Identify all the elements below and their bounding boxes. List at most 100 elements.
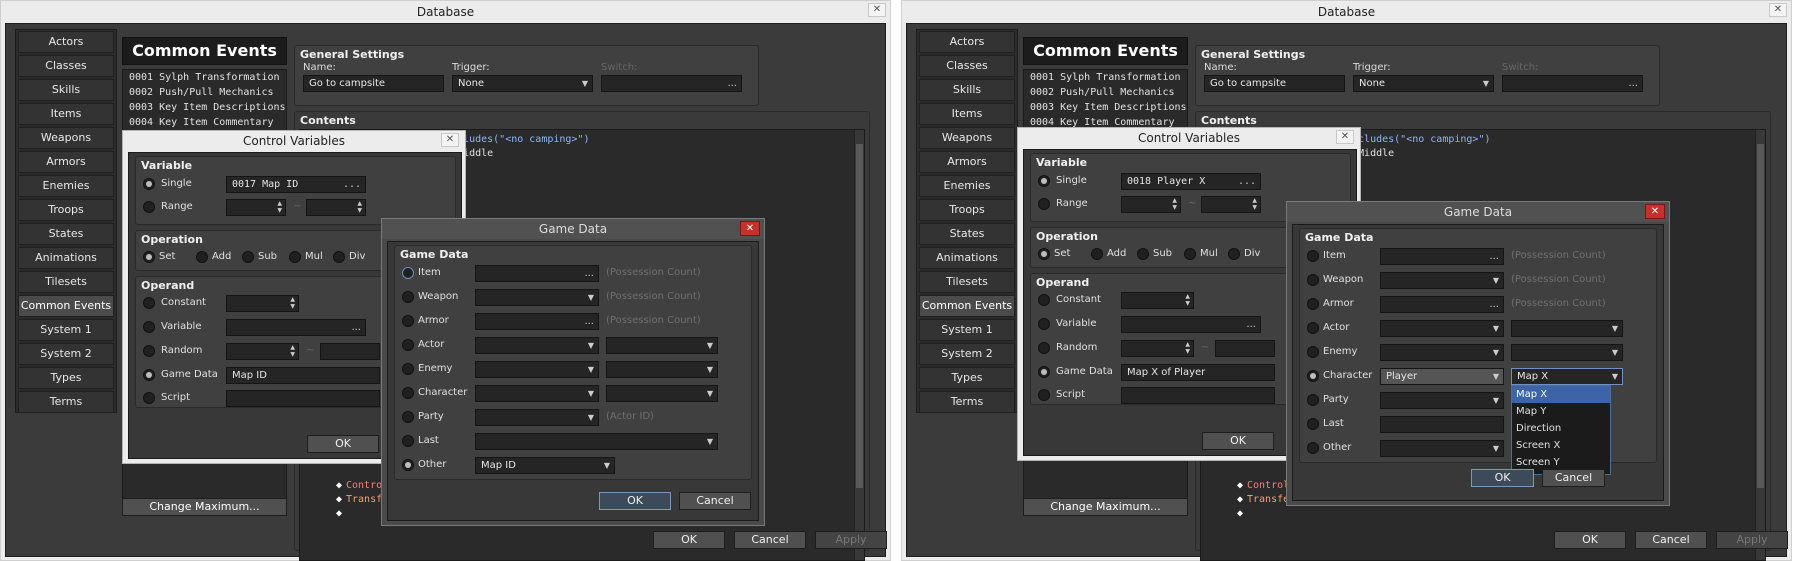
nav-item-states[interactable]: States: [919, 223, 1015, 245]
dropdown-option-map-y[interactable]: Map Y: [1512, 403, 1610, 420]
nav-item-system-1[interactable]: System 1: [18, 319, 114, 341]
gd-other-select[interactable]: Map ID ▼: [475, 457, 615, 474]
constant-stepper[interactable]: ▲ ▼: [1121, 292, 1194, 309]
gd-item-radio[interactable]: [1307, 250, 1319, 262]
gd-party-select[interactable]: ▼: [1380, 392, 1504, 409]
game-data-ok-button[interactable]: OK: [1471, 469, 1534, 487]
constant-stepper[interactable]: ▲ ▼: [226, 295, 299, 312]
gd-party-select[interactable]: ▼: [475, 409, 599, 426]
footer-ok-button[interactable]: OK: [653, 531, 725, 549]
gd-weapon-radio[interactable]: [402, 291, 414, 303]
contents-scrollbar[interactable]: [854, 130, 864, 560]
script-field[interactable]: [1121, 387, 1275, 404]
nav-item-system-1[interactable]: System 1: [919, 319, 1015, 341]
gd-character-select[interactable]: ▼: [475, 385, 599, 402]
single-variable-field[interactable]: 0017 Map ID...: [226, 176, 366, 193]
nav-item-actors[interactable]: Actors: [18, 31, 114, 53]
list-item[interactable]: 0002 Push/Pull Mechanics: [1024, 85, 1187, 100]
close-icon[interactable]: ✕: [740, 221, 760, 236]
gd-last-select[interactable]: ▼: [475, 433, 718, 450]
nav-item-actors[interactable]: Actors: [919, 31, 1015, 53]
random-max-stepper[interactable]: [320, 343, 380, 360]
op-div-radio[interactable]: [333, 251, 345, 263]
operand-random-radio[interactable]: [1038, 342, 1050, 354]
gd-actor-prop-select[interactable]: ▼: [606, 337, 718, 354]
op-mul-radio[interactable]: [1184, 248, 1196, 260]
change-maximum-button[interactable]: Change Maximum...: [1023, 498, 1188, 516]
operand-game-data-radio[interactable]: [143, 369, 155, 381]
switch-field[interactable]: ...: [601, 75, 742, 92]
gd-armor-field[interactable]: ...: [1380, 296, 1504, 313]
gd-enemy-prop-select[interactable]: ▼: [1511, 344, 1623, 361]
list-item[interactable]: 0004 Key Item Commentary: [123, 115, 286, 130]
nav-item-system-2[interactable]: System 2: [919, 343, 1015, 365]
op-add-radio[interactable]: [196, 251, 208, 263]
nav-item-animations[interactable]: Animations: [919, 247, 1015, 269]
list-item[interactable]: 0001 Sylph Transformation: [123, 70, 286, 85]
control-variables-ok-button[interactable]: OK: [1202, 432, 1274, 450]
nav-item-weapons[interactable]: Weapons: [18, 127, 114, 149]
gd-armor-radio[interactable]: [1307, 298, 1319, 310]
gd-item-field[interactable]: ...: [475, 265, 599, 282]
gd-enemy-radio[interactable]: [1307, 346, 1319, 358]
operand-constant-radio[interactable]: [1038, 294, 1050, 306]
nav-item-items[interactable]: Items: [18, 103, 114, 125]
operand-game-data-radio[interactable]: [1038, 366, 1050, 378]
footer-apply-button[interactable]: Apply: [815, 531, 887, 549]
gd-armor-radio[interactable]: [402, 315, 414, 327]
gd-enemy-select[interactable]: ▼: [475, 361, 599, 378]
close-icon[interactable]: ✕: [1336, 130, 1354, 144]
game-data-ok-button[interactable]: OK: [599, 492, 671, 510]
range-end-stepper[interactable]: ▲ ▼: [306, 199, 366, 216]
gd-last-radio[interactable]: [1307, 418, 1319, 430]
game-data-cancel-button[interactable]: Cancel: [1542, 469, 1605, 487]
dropdown-option-map-x[interactable]: Map X: [1512, 386, 1610, 403]
single-variable-field[interactable]: 0018 Player X...: [1121, 173, 1261, 190]
gd-item-field[interactable]: ...: [1380, 248, 1504, 265]
single-radio[interactable]: [1038, 175, 1050, 187]
gd-weapon-select[interactable]: ▼: [475, 289, 599, 306]
footer-cancel-button[interactable]: Cancel: [734, 531, 806, 549]
nav-item-enemies[interactable]: Enemies: [919, 175, 1015, 197]
nav-item-weapons[interactable]: Weapons: [919, 127, 1015, 149]
op-sub-radio[interactable]: [1137, 248, 1149, 260]
trigger-select[interactable]: None ▼: [452, 75, 593, 92]
gd-character-prop-select[interactable]: Map X ▼: [1511, 368, 1623, 385]
range-radio[interactable]: [143, 201, 155, 213]
range-radio[interactable]: [1038, 198, 1050, 210]
gd-party-radio[interactable]: [1307, 394, 1319, 406]
gd-party-radio[interactable]: [402, 411, 414, 423]
op-set-radio[interactable]: [143, 251, 155, 263]
gd-enemy-radio[interactable]: [402, 363, 414, 375]
gd-other-select[interactable]: ▼: [1380, 440, 1504, 457]
nav-item-common-events[interactable]: Common Events: [18, 295, 114, 317]
nav-item-tilesets[interactable]: Tilesets: [919, 271, 1015, 293]
nav-item-terms[interactable]: Terms: [919, 391, 1015, 413]
trigger-select[interactable]: None ▼: [1353, 75, 1494, 92]
gd-other-radio[interactable]: [1307, 442, 1319, 454]
nav-item-common-events[interactable]: Common Events: [919, 295, 1015, 317]
operand-variable-field[interactable]: ...: [1121, 316, 1261, 333]
dropdown-option-direction[interactable]: Direction: [1512, 420, 1610, 437]
nav-item-armors[interactable]: Armors: [919, 151, 1015, 173]
gd-weapon-radio[interactable]: [1307, 274, 1319, 286]
close-icon[interactable]: ✕: [441, 133, 459, 147]
window-close-button[interactable]: ✕: [868, 3, 886, 17]
nav-item-animations[interactable]: Animations: [18, 247, 114, 269]
operand-script-radio[interactable]: [1038, 389, 1050, 401]
gd-actor-radio[interactable]: [402, 339, 414, 351]
gd-actor-radio[interactable]: [1307, 322, 1319, 334]
gd-last-radio[interactable]: [402, 435, 414, 447]
gd-actor-prop-select[interactable]: ▼: [1511, 320, 1623, 337]
gd-actor-select[interactable]: ▼: [1380, 320, 1504, 337]
game-data-cancel-button[interactable]: Cancel: [679, 492, 751, 510]
name-input[interactable]: Go to campsite: [1204, 75, 1345, 92]
game-data-field[interactable]: Map ID: [226, 367, 380, 384]
list-item[interactable]: 0002 Push/Pull Mechanics: [123, 85, 286, 100]
footer-apply-button[interactable]: Apply: [1716, 531, 1788, 549]
gd-armor-field[interactable]: ...: [475, 313, 599, 330]
nav-item-skills[interactable]: Skills: [18, 79, 114, 101]
list-item[interactable]: 0003 Key Item Descriptions: [1024, 100, 1187, 115]
change-maximum-button[interactable]: Change Maximum...: [122, 498, 287, 516]
nav-item-troops[interactable]: Troops: [919, 199, 1015, 221]
